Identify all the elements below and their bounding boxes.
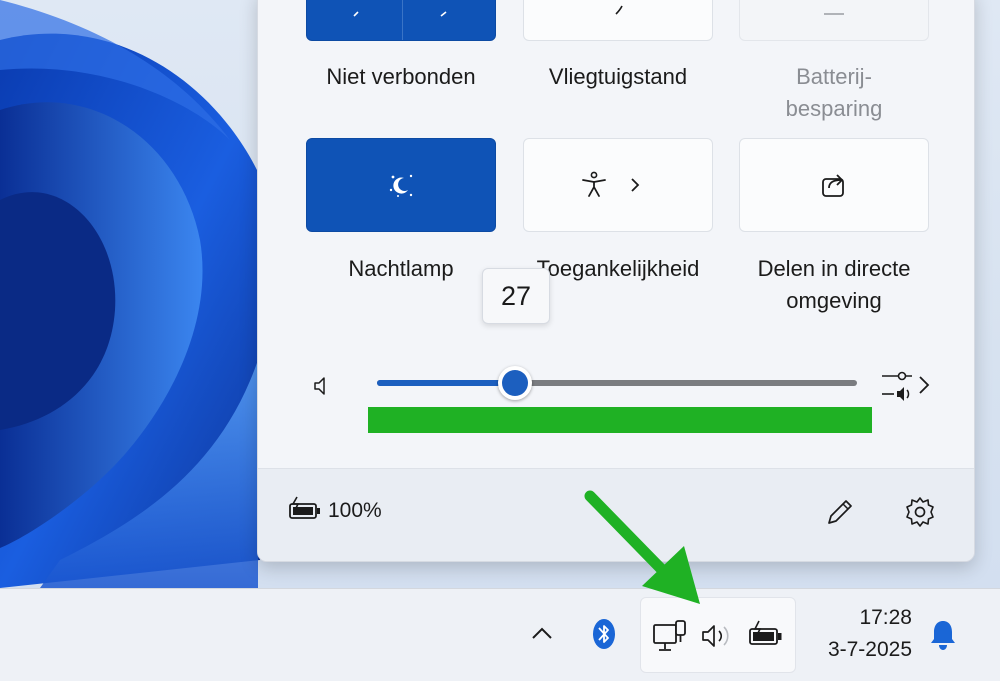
volume-slider-track[interactable] xyxy=(377,380,857,386)
nearby-share-label-line1: Delen in directe xyxy=(757,256,911,281)
audio-mixer-icon[interactable] xyxy=(880,370,932,402)
volume-slider-fill xyxy=(377,380,507,386)
nearby-share-tile[interactable] xyxy=(739,138,929,232)
nearby-share-label-line2: omgeving xyxy=(786,288,882,313)
network-icon xyxy=(653,620,686,651)
airplane-mode-tile[interactable] xyxy=(523,0,713,41)
battery-saver-label-line2: besparing xyxy=(785,96,883,121)
wifi-tile[interactable] xyxy=(306,0,496,41)
night-light-icon xyxy=(389,174,413,197)
accessibility-tile[interactable] xyxy=(523,138,713,232)
night-light-tile[interactable] xyxy=(306,138,496,232)
chevron-fragment-icon xyxy=(440,11,447,17)
taskbar-clock-date[interactable]: 3-7-2025 xyxy=(828,638,912,662)
airplane-mode-label: Vliegtuigstand xyxy=(548,64,688,89)
pencil-icon[interactable] xyxy=(824,496,856,528)
volume-icon xyxy=(702,625,729,647)
speaker-icon[interactable] xyxy=(312,374,336,398)
highlight-annotation-bar xyxy=(368,407,872,433)
annotation-arrow xyxy=(584,490,700,604)
battery-charging-icon xyxy=(749,620,782,645)
nearby-share-icon xyxy=(822,174,844,197)
pencil-fragment-icon xyxy=(353,11,359,17)
chevron-up-icon[interactable] xyxy=(530,624,554,642)
chevron-right-icon xyxy=(631,178,640,192)
wifi-tile-label: Niet verbonden xyxy=(326,64,476,89)
battery-saver-tile xyxy=(739,0,929,41)
tile-split-divider xyxy=(402,0,403,40)
accessibility-icon xyxy=(582,171,606,197)
volume-slider-thumb[interactable] xyxy=(498,366,532,400)
airplane-icon xyxy=(615,5,623,15)
bell-icon[interactable] xyxy=(928,618,958,652)
bluetooth-icon[interactable] xyxy=(592,618,616,650)
taskbar xyxy=(0,588,1000,681)
battery-percentage: 100% xyxy=(328,499,382,522)
battery-charging-icon xyxy=(289,496,320,519)
gear-icon[interactable] xyxy=(903,495,937,529)
quick-settings-panel: Niet verbonden Vliegtuigstand Batterij- … xyxy=(257,0,975,562)
night-light-label: Nachtlamp xyxy=(348,256,454,281)
battery-saver-label-line1: Batterij- xyxy=(796,64,872,89)
taskbar-clock-time[interactable]: 17:28 xyxy=(859,606,912,630)
volume-slider-thumb-inner xyxy=(502,370,528,396)
battery-saver-icon xyxy=(824,13,844,15)
volume-value-tooltip: 27 xyxy=(482,268,550,324)
